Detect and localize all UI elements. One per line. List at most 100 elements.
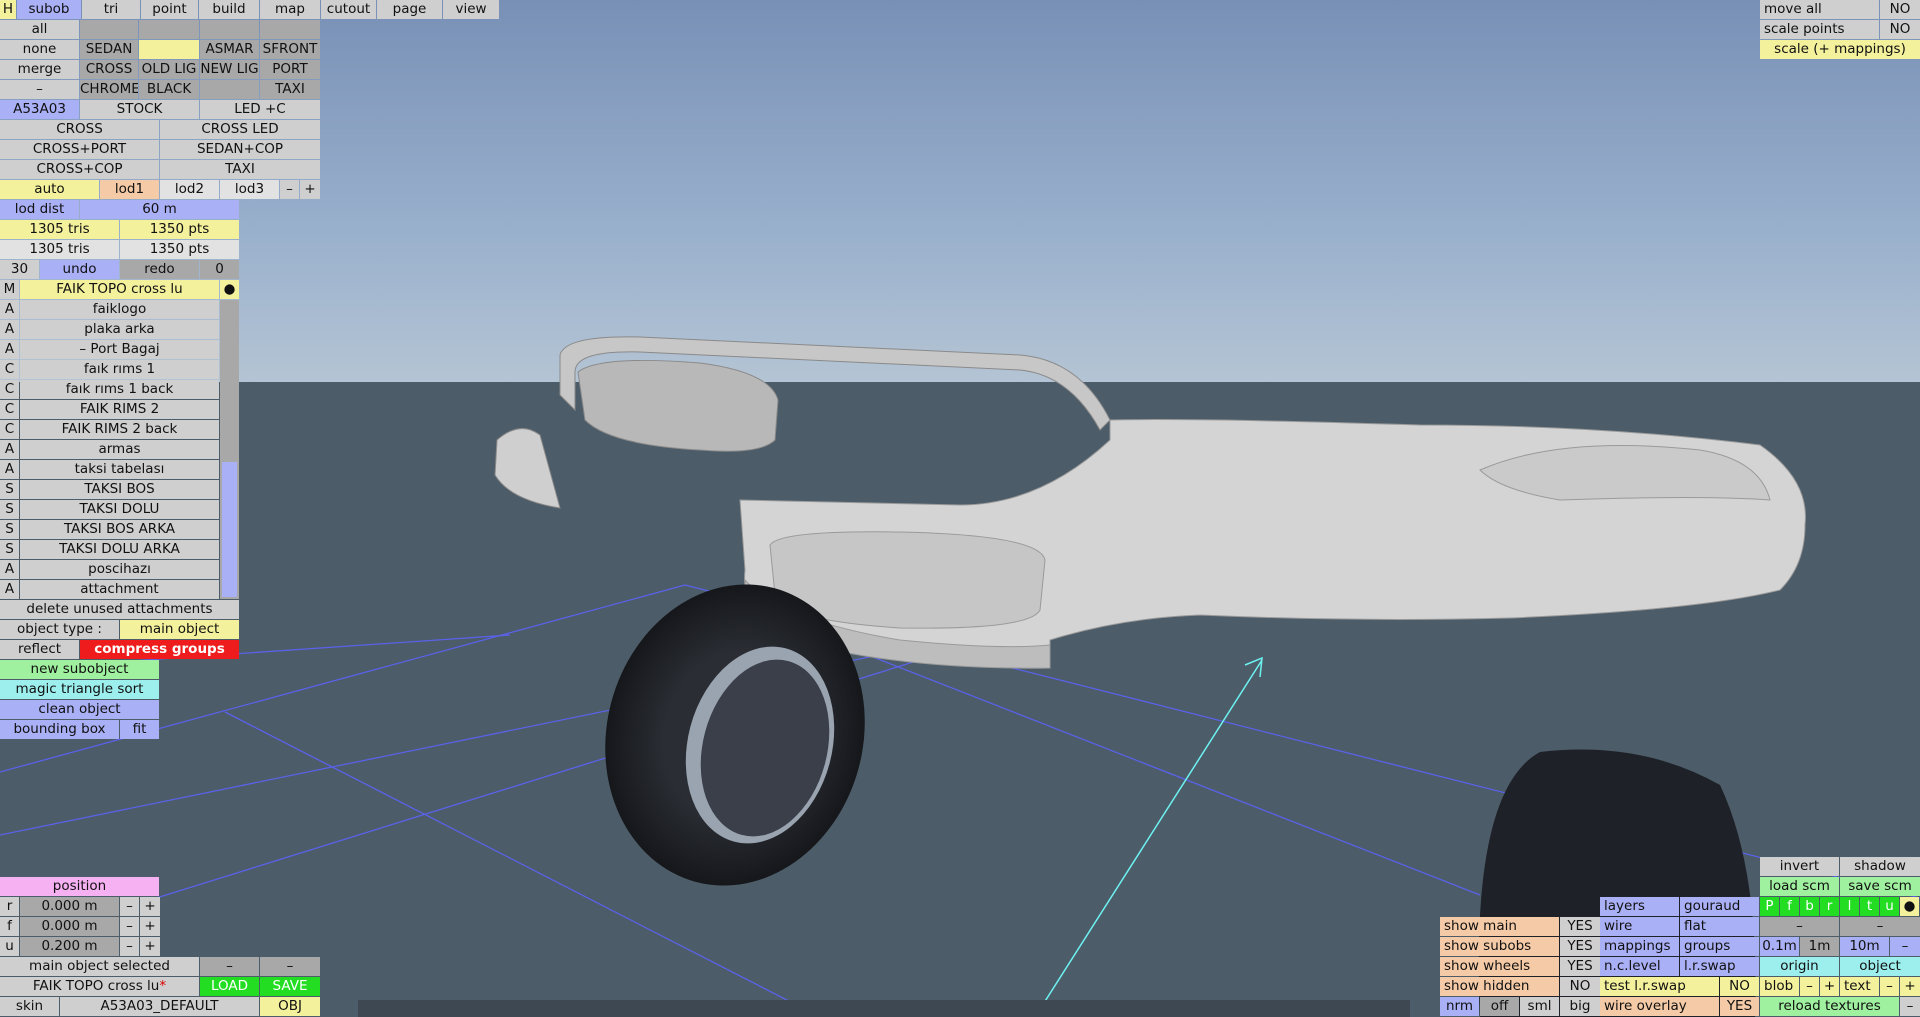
list-item-type[interactable]: S bbox=[0, 480, 19, 499]
clean-object-button[interactable]: clean object bbox=[0, 700, 159, 719]
groups-button[interactable]: groups bbox=[1680, 937, 1759, 956]
lod-auto[interactable]: auto bbox=[0, 180, 99, 199]
list-item-type[interactable]: C bbox=[0, 360, 19, 379]
size-off-button[interactable]: off bbox=[1480, 997, 1519, 1016]
tab-point[interactable]: point bbox=[141, 0, 198, 19]
view-direction-button[interactable]: t bbox=[1860, 897, 1879, 916]
tab-build[interactable]: build bbox=[199, 0, 259, 19]
flat-button[interactable]: flat bbox=[1680, 917, 1759, 936]
list-item[interactable]: faık rıms 1 back bbox=[20, 380, 219, 399]
variant-slot[interactable] bbox=[139, 20, 199, 39]
tab-view[interactable]: view bbox=[443, 0, 499, 19]
view-direction-button[interactable]: ● bbox=[1900, 897, 1919, 916]
invert-button[interactable]: invert bbox=[1760, 857, 1839, 876]
show-toggle-label[interactable]: show hidden bbox=[1440, 977, 1559, 996]
combo-cross-led[interactable]: CROSS LED bbox=[160, 120, 320, 139]
reload-minus-button[interactable]: – bbox=[1900, 997, 1920, 1016]
dist-10m[interactable]: 10m bbox=[1840, 937, 1889, 956]
list-item-type[interactable]: A bbox=[0, 460, 19, 479]
variant-sedan[interactable]: SEDAN bbox=[80, 40, 138, 59]
list-item-type[interactable]: A bbox=[0, 560, 19, 579]
reflect-button[interactable]: reflect bbox=[0, 640, 79, 659]
list-item-type[interactable]: A bbox=[0, 440, 19, 459]
view-direction-button[interactable]: l bbox=[1840, 897, 1859, 916]
show-toggle-label[interactable]: show wheels bbox=[1440, 957, 1559, 976]
wire-overlay-label[interactable]: wire overlay bbox=[1600, 997, 1719, 1016]
undo-button[interactable]: undo bbox=[40, 260, 119, 279]
skin-value[interactable]: A53A03_DEFAULT bbox=[60, 997, 259, 1016]
list-item-type[interactable]: C bbox=[0, 420, 19, 439]
variant-all[interactable]: all bbox=[0, 20, 79, 39]
tab-tri[interactable]: tri bbox=[82, 0, 140, 19]
position-minus-button[interactable]: – bbox=[120, 917, 139, 936]
h-button[interactable]: H bbox=[0, 0, 16, 19]
size-sml-button[interactable]: sml bbox=[1520, 997, 1559, 1016]
list-item[interactable]: faiklogo bbox=[20, 300, 219, 319]
object-type-value[interactable]: main object bbox=[120, 620, 239, 639]
list-item-type[interactable]: A bbox=[0, 320, 19, 339]
combo-cross-port[interactable]: CROSS+PORT bbox=[0, 140, 159, 159]
show-toggle-value[interactable]: YES bbox=[1560, 957, 1600, 976]
variant-slot[interactable] bbox=[260, 20, 320, 39]
new-subobject-button[interactable]: new subobject bbox=[0, 660, 159, 679]
position-plus-button[interactable]: + bbox=[140, 897, 160, 916]
object-button[interactable]: object bbox=[1840, 957, 1920, 976]
list-item-type[interactable]: A bbox=[0, 300, 19, 319]
variant-taxi[interactable]: TAXI bbox=[260, 80, 320, 99]
dash-left[interactable]: – bbox=[1760, 917, 1839, 936]
lod-dist-value[interactable]: 60 m bbox=[80, 200, 239, 219]
variant-port[interactable]: PORT bbox=[260, 60, 320, 79]
wire-button[interactable]: wire bbox=[1600, 917, 1679, 936]
file-name[interactable]: FAIK TOPO cross lu* bbox=[0, 977, 199, 996]
lod-plus-button[interactable]: + bbox=[300, 180, 320, 199]
variant-sfront[interactable]: SFRONT bbox=[260, 40, 320, 59]
list-item-type[interactable]: S bbox=[0, 500, 19, 519]
show-toggle-value[interactable]: NO bbox=[1560, 977, 1600, 996]
nc-level-button[interactable]: n.c.level bbox=[1600, 957, 1679, 976]
selection-dash-2[interactable]: – bbox=[260, 957, 320, 976]
tab-cutout[interactable]: cutout bbox=[321, 0, 376, 19]
dist-minus[interactable]: – bbox=[1890, 937, 1920, 956]
list-item[interactable]: FAIK RIMS 2 bbox=[20, 400, 219, 419]
selection-dash-1[interactable]: – bbox=[200, 957, 259, 976]
show-toggle-label[interactable]: show subobs bbox=[1440, 937, 1559, 956]
list-item[interactable]: faık rıms 1 bbox=[20, 360, 219, 379]
lr-swap-button[interactable]: l.r.swap bbox=[1680, 957, 1759, 976]
list-item-type[interactable]: A bbox=[0, 580, 19, 599]
shadow-button[interactable]: shadow bbox=[1840, 857, 1920, 876]
show-toggle-value[interactable]: YES bbox=[1560, 917, 1600, 936]
list-item[interactable]: – Port Bagaj bbox=[20, 340, 219, 359]
text-button[interactable]: text bbox=[1840, 977, 1879, 996]
lod-2[interactable]: lod2 bbox=[160, 180, 219, 199]
list-item-type[interactable]: C bbox=[0, 380, 19, 399]
view-direction-button[interactable]: b bbox=[1800, 897, 1819, 916]
list-item[interactable]: taksi tabelası bbox=[20, 460, 219, 479]
layers-button[interactable]: layers bbox=[1600, 897, 1679, 916]
combo-cross-cop[interactable]: CROSS+COP bbox=[0, 160, 159, 179]
test-lr-swap-label[interactable]: test l.r.swap bbox=[1600, 977, 1719, 996]
lod-1[interactable]: lod1 bbox=[100, 180, 159, 199]
variant-active-slot[interactable] bbox=[139, 40, 199, 59]
blob-plus-button[interactable]: + bbox=[1820, 977, 1839, 996]
list-item[interactable]: TAKSI BOS bbox=[20, 480, 219, 499]
list-item[interactable]: attachment bbox=[20, 580, 219, 599]
variant-black[interactable]: BLACK bbox=[139, 80, 199, 99]
dist-0-1m[interactable]: 0.1m bbox=[1760, 937, 1799, 956]
view-direction-button[interactable]: P bbox=[1760, 897, 1779, 916]
position-value-field[interactable]: 0.200 m bbox=[20, 937, 119, 956]
position-plus-button[interactable]: + bbox=[140, 937, 160, 956]
list-header-dot[interactable]: ● bbox=[220, 280, 239, 299]
blob-minus-button[interactable]: – bbox=[1800, 977, 1819, 996]
scale-mappings-button[interactable]: scale (+ mappings) bbox=[1760, 40, 1920, 59]
variant-asmar[interactable]: ASMAR bbox=[200, 40, 259, 59]
wire-overlay-value[interactable]: YES bbox=[1720, 997, 1759, 1016]
gouraud-button[interactable]: gouraud bbox=[1680, 897, 1759, 916]
lod-minus-button[interactable]: – bbox=[280, 180, 299, 199]
redo-button[interactable]: redo bbox=[120, 260, 199, 279]
tab-map[interactable]: map bbox=[260, 0, 320, 19]
list-scrollbar-thumb[interactable] bbox=[222, 462, 237, 597]
lod-3[interactable]: lod3 bbox=[220, 180, 279, 199]
fit-button[interactable]: fit bbox=[120, 720, 159, 739]
list-item-type[interactable]: S bbox=[0, 520, 19, 539]
origin-button[interactable]: origin bbox=[1760, 957, 1839, 976]
